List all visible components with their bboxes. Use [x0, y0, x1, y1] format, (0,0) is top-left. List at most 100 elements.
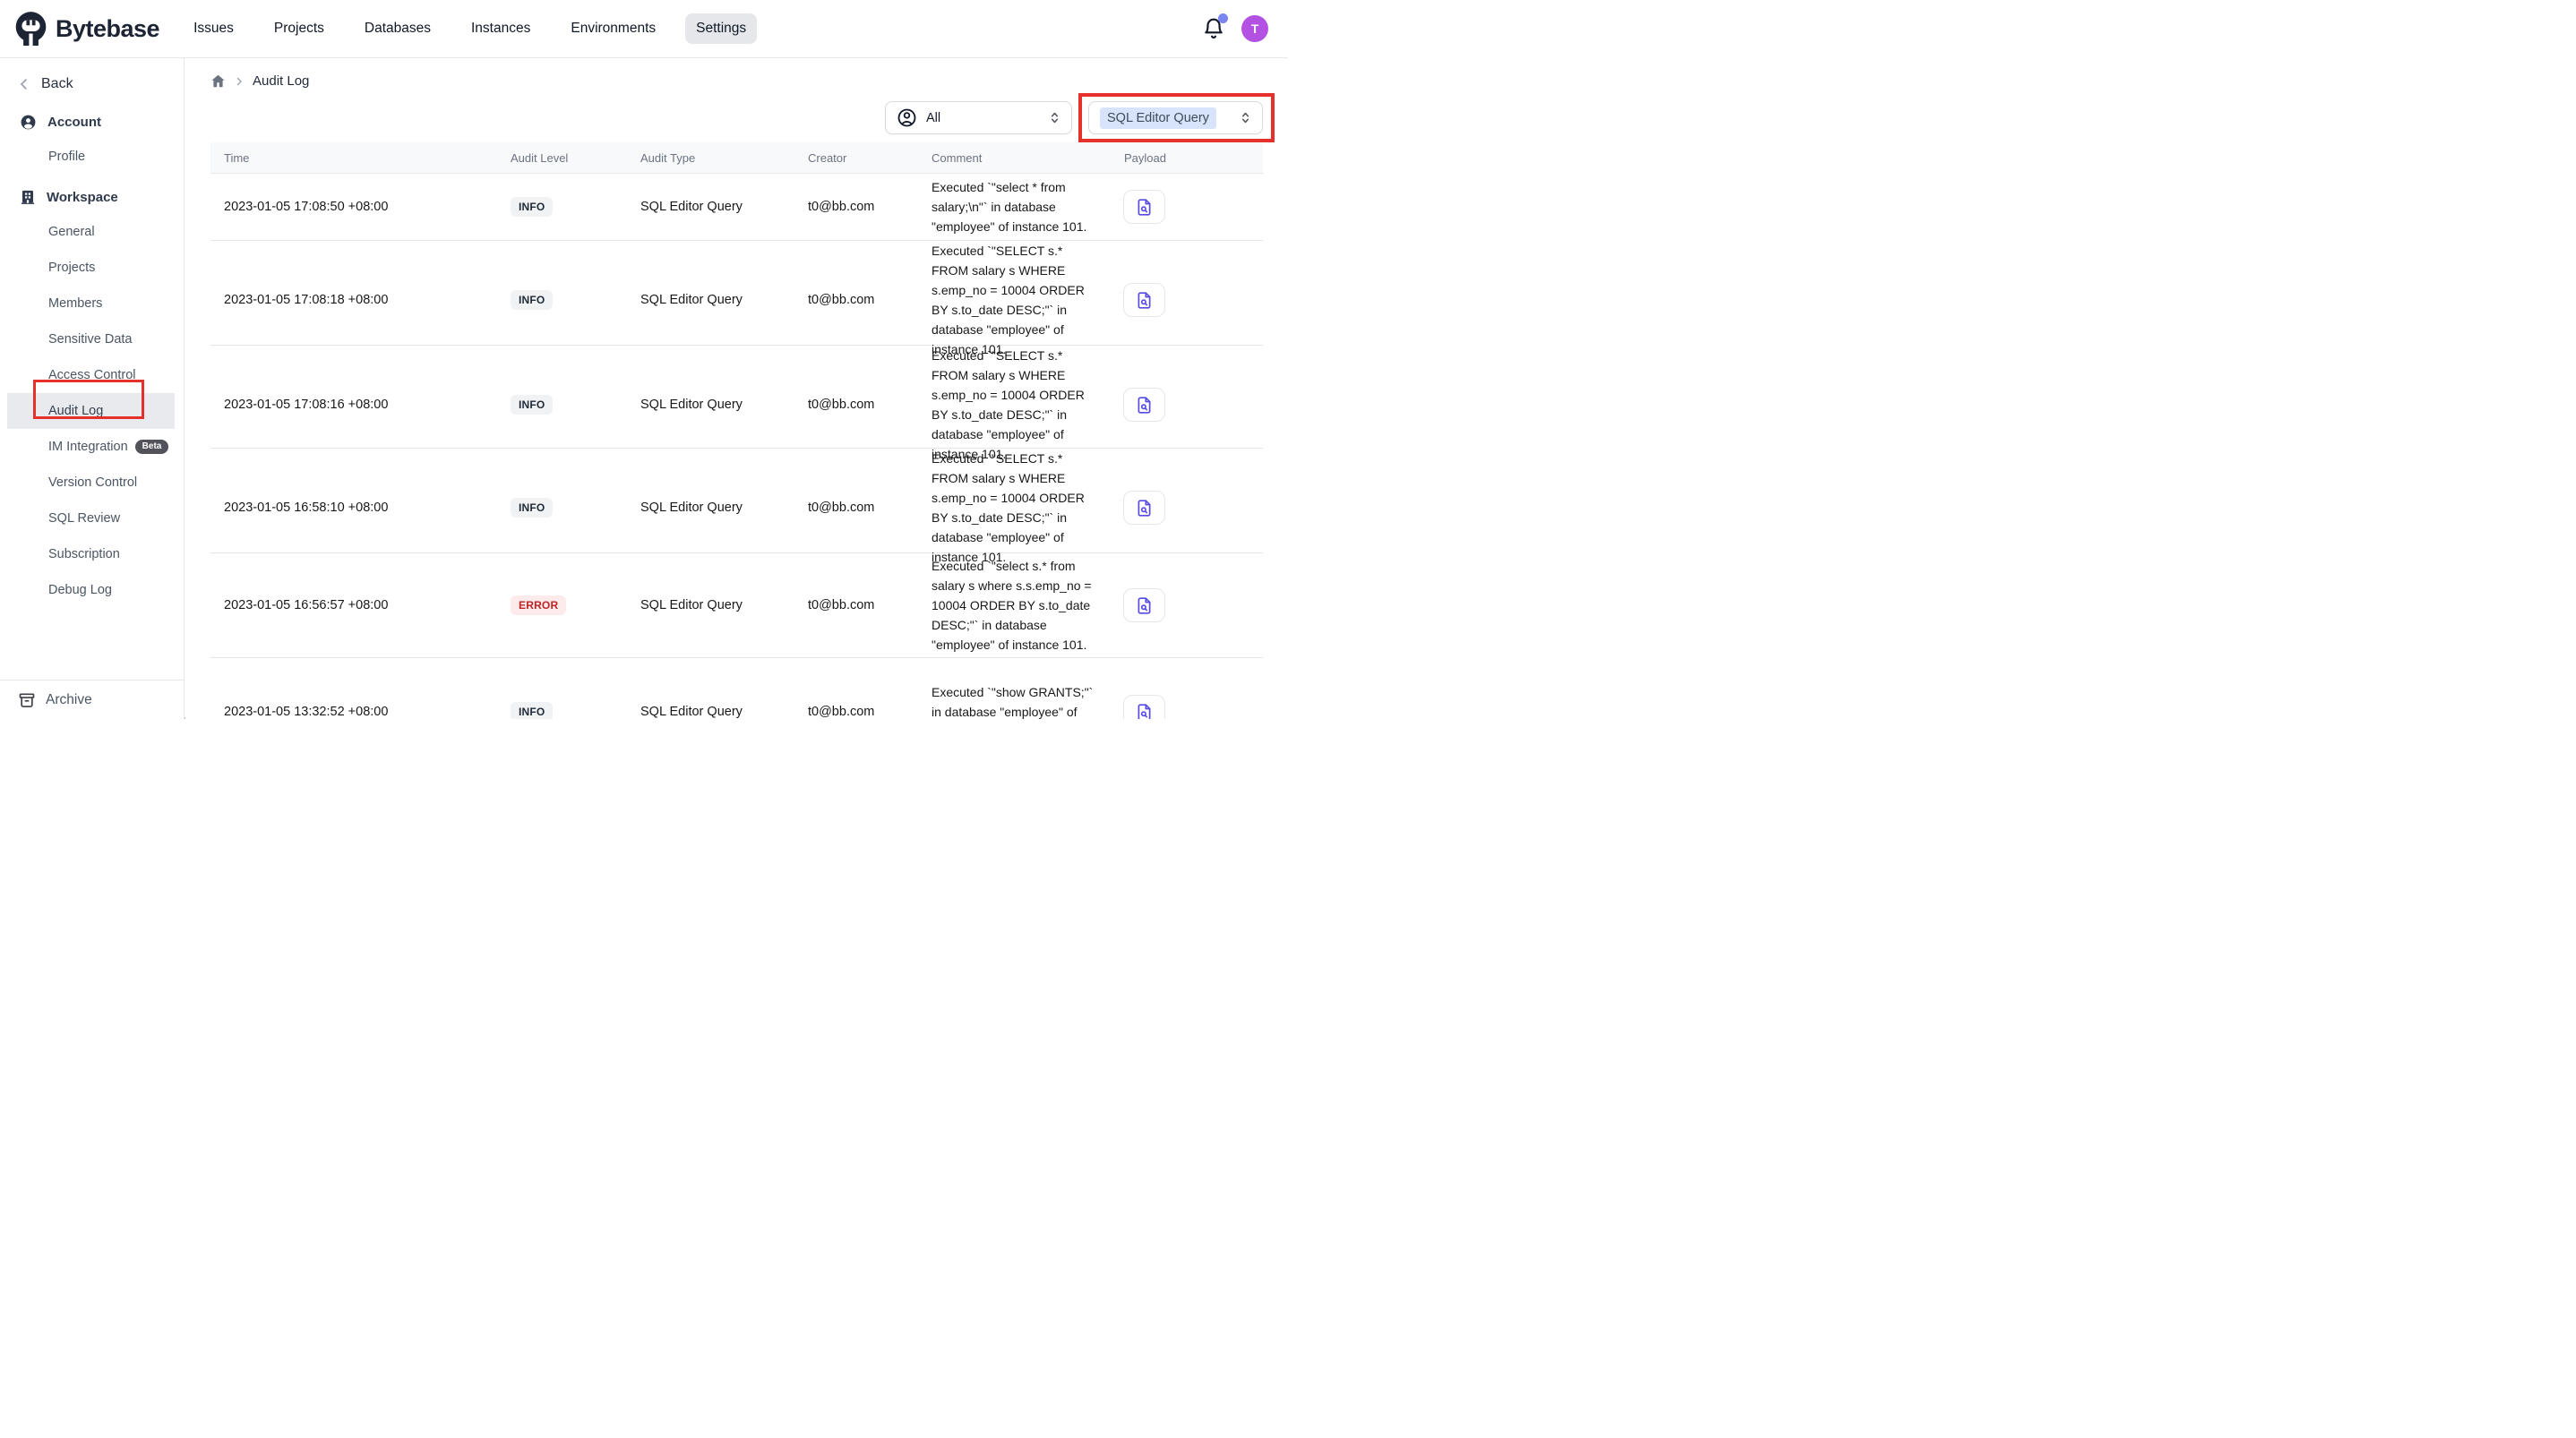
table-row: 2023-01-05 16:56:57 +08:00 ERROR SQL Edi… — [210, 553, 1263, 658]
nav-environments[interactable]: Environments — [560, 13, 666, 44]
table-row: 2023-01-05 17:08:18 +08:00 INFO SQL Edit… — [210, 241, 1263, 346]
payload-view-button[interactable] — [1123, 695, 1165, 719]
cell-audit-type: SQL Editor Query — [627, 501, 794, 515]
sidebar-item-sql-review[interactable]: SQL Review — [0, 501, 184, 536]
payload-view-button[interactable] — [1123, 588, 1165, 622]
sidebar-item-audit-log[interactable]: Audit Log — [7, 393, 175, 429]
audit-level-badge: INFO — [511, 395, 553, 415]
col-header-comment: Comment — [918, 151, 1106, 165]
user-circle-icon — [897, 107, 917, 128]
cell-creator: t0@bb.com — [794, 501, 918, 515]
chevron-up-down-icon — [1047, 110, 1062, 125]
bytebase-logo-icon — [14, 11, 47, 47]
breadcrumb-page-title: Audit Log — [253, 73, 309, 89]
col-header-audit-level: Audit Level — [497, 151, 627, 165]
cell-time: 2023-01-05 16:58:10 +08:00 — [210, 501, 497, 515]
sidebar-item-version-control[interactable]: Version Control — [0, 465, 184, 501]
beta-badge: Beta — [135, 440, 169, 454]
cell-creator: t0@bb.com — [794, 598, 918, 612]
cell-comment: Executed `"select * from salary;\n"` in … — [918, 177, 1106, 236]
cell-creator: t0@bb.com — [794, 398, 918, 412]
payload-view-button[interactable] — [1123, 283, 1165, 317]
nav-issues[interactable]: Issues — [183, 13, 245, 44]
audit-level-badge: ERROR — [511, 595, 566, 615]
cell-audit-type: SQL Editor Query — [627, 293, 794, 307]
table-row: 2023-01-05 17:08:16 +08:00 INFO SQL Edit… — [210, 346, 1263, 449]
sidebar-item-general[interactable]: General — [0, 214, 184, 250]
audit-log-page: Audit Log All SQL Editor Query Time Audi… — [185, 58, 1288, 719]
audit-level-badge: INFO — [511, 702, 553, 719]
archive-icon — [18, 691, 36, 709]
settings-sidebar: Back Account Profile Workspace General P… — [0, 58, 185, 719]
cell-time: 2023-01-05 16:56:57 +08:00 — [210, 598, 497, 612]
building-icon — [20, 189, 36, 205]
sidebar-item-debug-log[interactable]: Debug Log — [0, 572, 184, 608]
table-header: Time Audit Level Audit Type Creator Comm… — [210, 142, 1263, 174]
sidebar-section-workspace: Workspace — [0, 180, 184, 214]
top-navigation: Bytebase Issues Projects Databases Insta… — [0, 0, 1288, 58]
sidebar-item-label: Projects — [48, 261, 95, 275]
sidebar-item-label: Archive — [46, 692, 92, 708]
avatar[interactable]: T — [1241, 15, 1268, 42]
sidebar-section-label: Account — [47, 115, 101, 130]
sidebar-item-projects[interactable]: Projects — [0, 250, 184, 286]
cell-time: 2023-01-05 13:32:52 +08:00 — [210, 705, 497, 719]
sidebar-item-subscription[interactable]: Subscription — [0, 536, 184, 572]
cell-comment: Executed `"select s.* from salary s wher… — [918, 556, 1106, 655]
notification-dot — [1218, 13, 1228, 23]
sidebar-item-label: Profile — [48, 150, 85, 164]
home-icon[interactable] — [210, 73, 226, 89]
cell-creator: t0@bb.com — [794, 200, 918, 214]
sidebar-item-access-control[interactable]: Access Control — [0, 357, 184, 393]
cell-comment: Executed `"SELECT s.* FROM salary s WHER… — [918, 241, 1106, 359]
nav-instances[interactable]: Instances — [460, 13, 541, 44]
payload-view-button[interactable] — [1123, 388, 1165, 422]
sidebar-item-label: SQL Review — [48, 511, 120, 526]
sidebar-item-profile[interactable]: Profile — [0, 139, 184, 175]
cell-audit-type: SQL Editor Query — [627, 705, 794, 719]
payload-view-button[interactable] — [1123, 190, 1165, 224]
creator-filter-value: All — [926, 111, 940, 125]
cell-audit-type: SQL Editor Query — [627, 598, 794, 612]
user-icon — [20, 114, 37, 131]
col-header-payload: Payload — [1106, 151, 1263, 165]
sidebar-item-label: Subscription — [48, 547, 120, 561]
sidebar-item-label: Sensitive Data — [48, 332, 133, 347]
cell-creator: t0@bb.com — [794, 293, 918, 307]
sidebar-item-label: Audit Log — [48, 404, 103, 418]
back-button[interactable]: Back — [0, 69, 184, 99]
table-row: 2023-01-05 17:08:50 +08:00 INFO SQL Edit… — [210, 174, 1263, 241]
back-label: Back — [41, 76, 73, 92]
table-row: 2023-01-05 13:32:52 +08:00 INFO SQL Edit… — [210, 658, 1263, 719]
nav-projects[interactable]: Projects — [263, 13, 335, 44]
col-header-time: Time — [210, 151, 497, 165]
sidebar-item-members[interactable]: Members — [0, 286, 184, 321]
brand-name: Bytebase — [56, 15, 159, 43]
payload-view-button[interactable] — [1123, 491, 1165, 525]
audit-type-filter-value: SQL Editor Query — [1100, 107, 1216, 129]
audit-type-filter-dropdown[interactable]: SQL Editor Query — [1088, 101, 1263, 134]
sidebar-item-sensitive-data[interactable]: Sensitive Data — [0, 321, 184, 357]
sidebar-item-label: Debug Log — [48, 583, 112, 597]
creator-filter-dropdown[interactable]: All — [885, 101, 1072, 134]
table-row: 2023-01-05 16:58:10 +08:00 INFO SQL Edit… — [210, 449, 1263, 553]
cell-time: 2023-01-05 17:08:16 +08:00 — [210, 398, 497, 412]
cell-comment: Executed `"show GRANTS;"` in database "e… — [918, 682, 1106, 719]
cell-audit-type: SQL Editor Query — [627, 200, 794, 214]
nav-settings[interactable]: Settings — [685, 13, 757, 44]
nav-databases[interactable]: Databases — [354, 13, 442, 44]
sidebar-item-archive[interactable]: Archive — [0, 680, 184, 719]
audit-level-badge: INFO — [511, 498, 553, 518]
sidebar-item-label: Access Control — [48, 368, 136, 382]
col-header-creator: Creator — [794, 151, 918, 165]
audit-level-badge: INFO — [511, 290, 553, 310]
audit-log-table: Time Audit Level Audit Type Creator Comm… — [210, 142, 1263, 719]
sidebar-item-im-integration[interactable]: IM Integration Beta — [0, 429, 184, 465]
cell-time: 2023-01-05 17:08:18 +08:00 — [210, 293, 497, 307]
cell-comment: Executed `"SELECT s.* FROM salary s WHER… — [918, 449, 1106, 567]
breadcrumb: Audit Log — [210, 73, 309, 89]
bytebase-logo[interactable]: Bytebase — [14, 11, 159, 47]
sidebar-item-label: IM Integration — [48, 440, 128, 454]
sidebar-item-label: General — [48, 225, 95, 239]
notification-bell-icon[interactable] — [1202, 17, 1225, 40]
